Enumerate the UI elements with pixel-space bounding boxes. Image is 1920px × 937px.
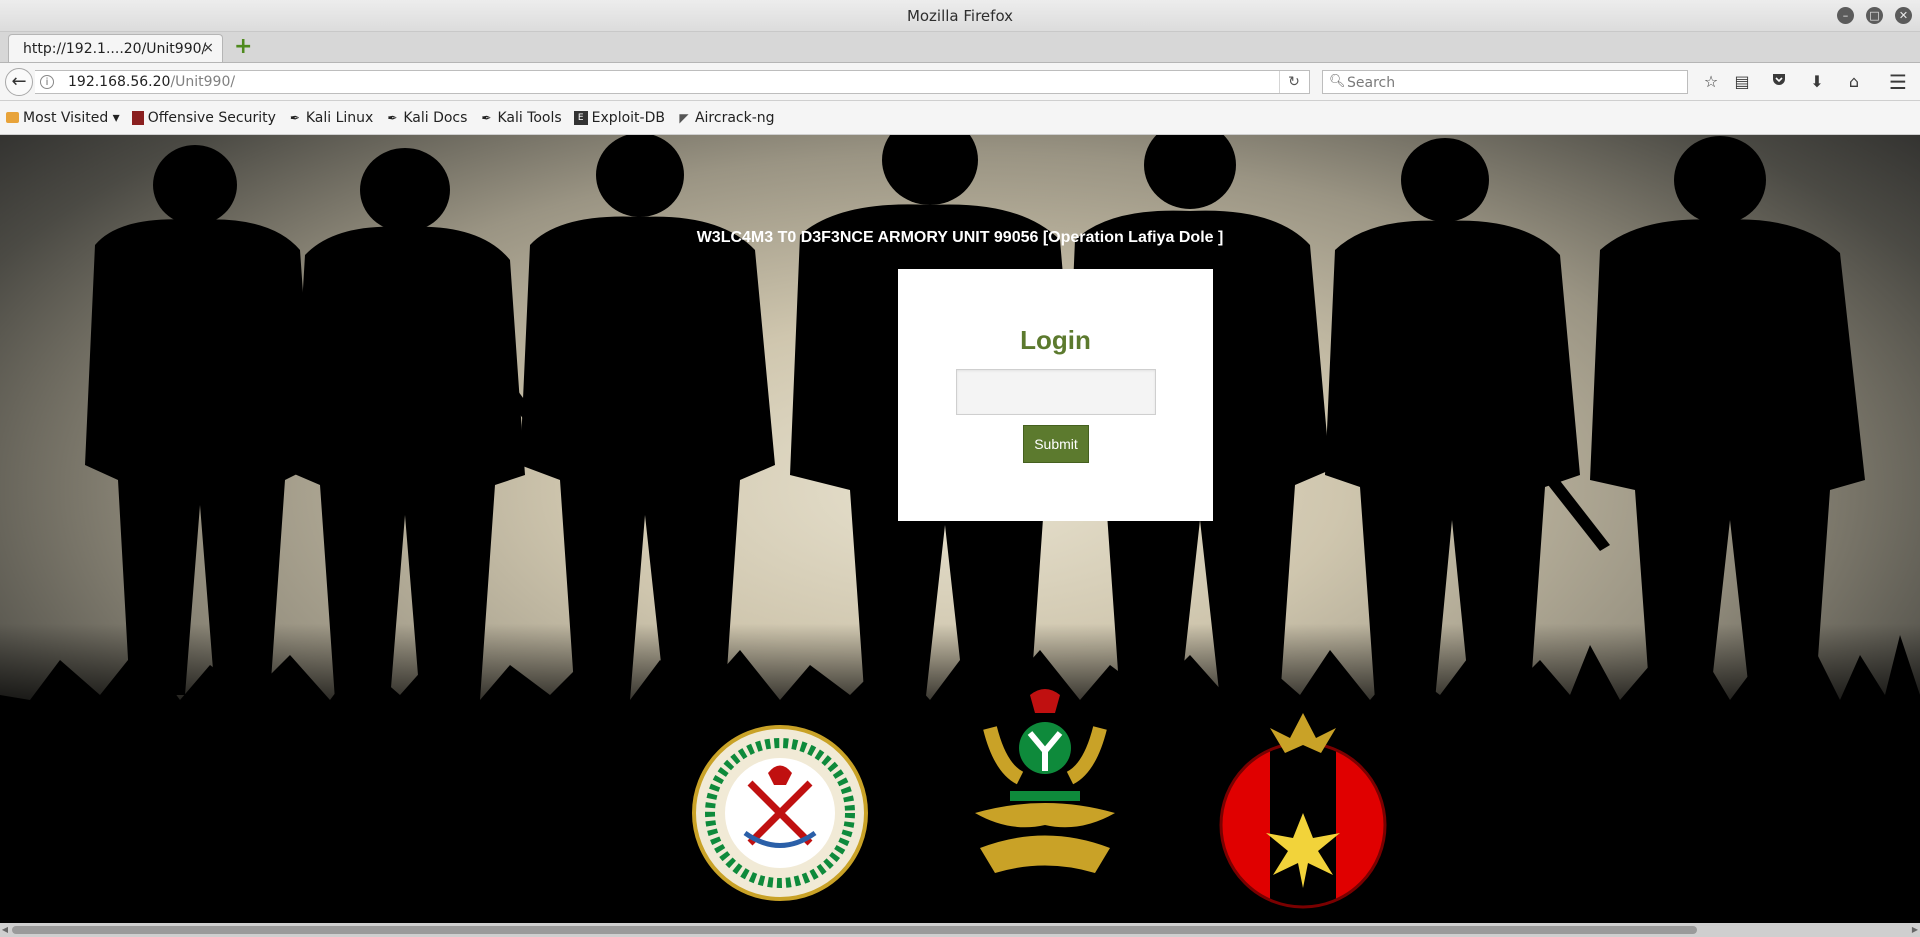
bookmark-label: Aircrack-ng (694, 109, 775, 126)
login-input[interactable] (956, 369, 1156, 415)
tab-strip: http://192.1....20/Unit990/ × + (0, 32, 1920, 63)
offsec-icon (131, 110, 144, 125)
bookmark-label: Exploit-DB (591, 109, 665, 126)
site-info-icon[interactable]: i (40, 75, 54, 89)
scroll-left-icon[interactable]: ◀ (0, 923, 10, 937)
pocket-glyph (1773, 74, 1785, 85)
kali-dragon-icon: ✒ (481, 110, 492, 125)
bookmark-label: Kali Tools (497, 109, 562, 126)
bookmark-star-icon[interactable]: ☆ (1700, 71, 1722, 93)
url-text: 192.168.56.20/Unit990/ (68, 74, 235, 90)
search-bar[interactable]: 🔍︎ (1322, 70, 1688, 94)
kali-dragon-icon: ✒ (387, 110, 398, 125)
bookmark-label: Most Visited ▾ (23, 109, 120, 126)
back-button[interactable]: ← (5, 68, 33, 96)
reading-list-icon[interactable]: ▤ (1731, 71, 1753, 93)
minimize-icon[interactable]: – (1837, 7, 1854, 24)
login-title: Login (1020, 325, 1091, 355)
kali-dragon-icon: ✒ (289, 110, 300, 125)
bookmark-exploit-db[interactable]: E Exploit-DB (573, 109, 665, 126)
tab-label: http://192.1....20/Unit990/ (23, 41, 207, 57)
bookmark-aircrack-ng[interactable]: ◤ Aircrack-ng (677, 109, 775, 126)
aircrack-icon: ◤ (679, 110, 689, 125)
bookmark-kali-tools[interactable]: ✒ Kali Tools (479, 110, 561, 126)
new-tab-button[interactable]: + (234, 34, 252, 60)
bookmark-label: Offensive Security (147, 109, 276, 126)
window-title: Mozilla Firefox (906, 6, 1014, 25)
download-icon[interactable]: ⬇ (1806, 71, 1828, 93)
pocket-icon[interactable] (1768, 71, 1790, 93)
web-page: W3LC4M3 T0 D3F3NCE ARMORY UNIT 99056 [Op… (0, 135, 1920, 923)
welcome-banner: W3LC4M3 T0 D3F3NCE ARMORY UNIT 99056 [Op… (696, 229, 1224, 246)
horizontal-scrollbar[interactable]: ◀ ▶ (0, 923, 1920, 937)
air-force-emblem-icon (975, 689, 1115, 873)
window-titlebar: Mozilla Firefox – □ ✕ (0, 0, 1920, 32)
bookmarks-bar: Most Visited ▾ Offensive Security ✒ Kali… (0, 101, 1920, 135)
scrollbar-thumb[interactable] (12, 926, 1697, 934)
bookmark-most-visited[interactable]: Most Visited ▾ (6, 110, 120, 126)
home-icon[interactable]: ⌂ (1843, 71, 1865, 93)
bookmark-label: Kali Docs (403, 109, 468, 126)
window-controls: – □ ✕ (1837, 7, 1912, 24)
bookmark-kali-linux[interactable]: ✒ Kali Linux (288, 109, 374, 126)
defence-hq-emblem-icon (692, 725, 868, 901)
search-input[interactable] (1345, 72, 1679, 94)
scroll-right-icon[interactable]: ▶ (1910, 923, 1920, 937)
tab-unit990[interactable]: http://192.1....20/Unit990/ × (8, 34, 223, 62)
search-icon: 🔍︎ (1329, 74, 1346, 89)
bookmark-kali-docs[interactable]: ✒ Kali Docs (385, 110, 467, 126)
army-emblem-icon (1219, 713, 1387, 909)
back-arrow-icon: ← (11, 71, 27, 92)
folder-icon (6, 112, 19, 123)
url-path: /Unit990/ (170, 74, 236, 90)
bookmark-offensive-security[interactable]: Offensive Security (131, 109, 276, 126)
menu-icon[interactable]: ☰ (1887, 71, 1909, 93)
exploitdb-icon: E (573, 110, 588, 125)
close-window-icon[interactable]: ✕ (1895, 7, 1912, 24)
tab-close-icon[interactable]: × (202, 40, 214, 56)
login-panel: Login Submit (898, 269, 1213, 521)
navigation-bar: ← i 192.168.56.20/Unit990/ ↻ 🔍︎ ☆ ▤ ⬇ ⌂ … (0, 63, 1920, 101)
maximize-icon[interactable]: □ (1866, 7, 1883, 24)
bookmark-label: Kali Linux (305, 109, 374, 126)
military-emblems (692, 689, 1387, 909)
url-bar[interactable]: i 192.168.56.20/Unit990/ ↻ (35, 70, 1310, 94)
reload-icon[interactable]: ↻ (1279, 71, 1308, 93)
url-host: 192.168.56.20 (68, 74, 171, 90)
submit-button[interactable]: Submit (1023, 425, 1089, 463)
